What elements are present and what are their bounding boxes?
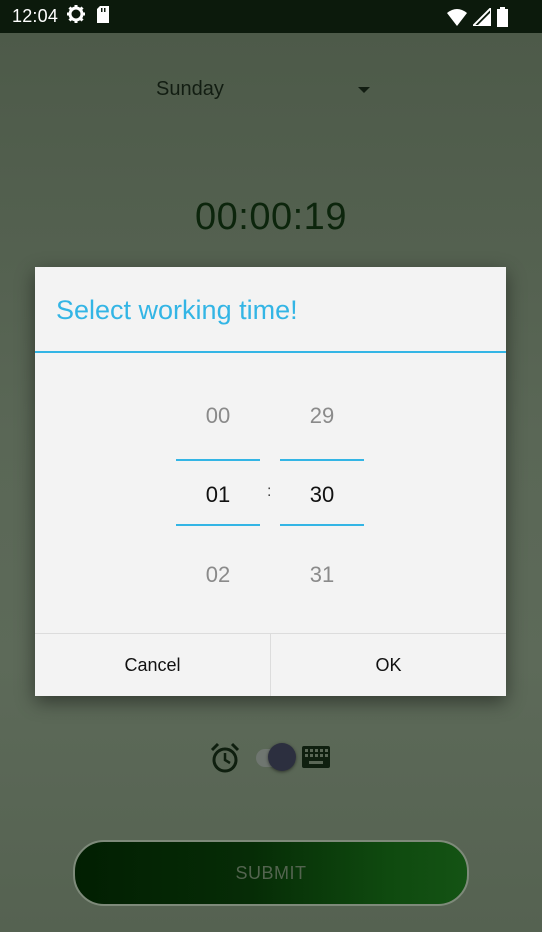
elapsed-timer: 00:00:19 [195,196,347,238]
battery-icon [497,7,508,32]
dialog-title: Select working time! [56,295,298,325]
hour-next[interactable]: 02 [176,562,260,588]
minute-next[interactable]: 31 [280,562,364,588]
hour-line-top [176,459,260,461]
wifi-icon [447,8,467,31]
submit-button-label: SUBMIT [235,862,307,883]
cancel-button[interactable]: Cancel [35,634,270,696]
title-divider [35,351,506,353]
mode-toggle-row [210,738,340,778]
minute-prev[interactable]: 29 [280,403,364,429]
time-separator: : [267,483,272,500]
submit-button[interactable]: SUBMIT [73,840,469,906]
status-bar: 12:04 [0,0,542,33]
time-picker-dialog: Select working time! 00 01 02 : 29 30 31… [35,267,506,696]
status-time: 12:04 [12,6,59,26]
hour-prev[interactable]: 00 [176,403,260,429]
day-select-value: Sunday [156,77,224,100]
settings-gear-icon [66,4,86,29]
dropdown-caret-icon [358,87,370,93]
hour-line-bottom [176,524,260,526]
mode-switch-thumb[interactable] [268,743,296,771]
alarm-icon[interactable] [210,742,240,779]
day-select[interactable]: Sunday [156,73,376,105]
hour-selected[interactable]: 01 [176,482,260,508]
keyboard-icon[interactable] [302,746,330,773]
minute-line-bottom [280,524,364,526]
minute-selected[interactable]: 30 [280,482,364,508]
cell-signal-icon [470,5,492,31]
ok-button[interactable]: OK [271,634,506,696]
sd-card-icon [96,5,110,28]
minute-line-top [280,459,364,461]
